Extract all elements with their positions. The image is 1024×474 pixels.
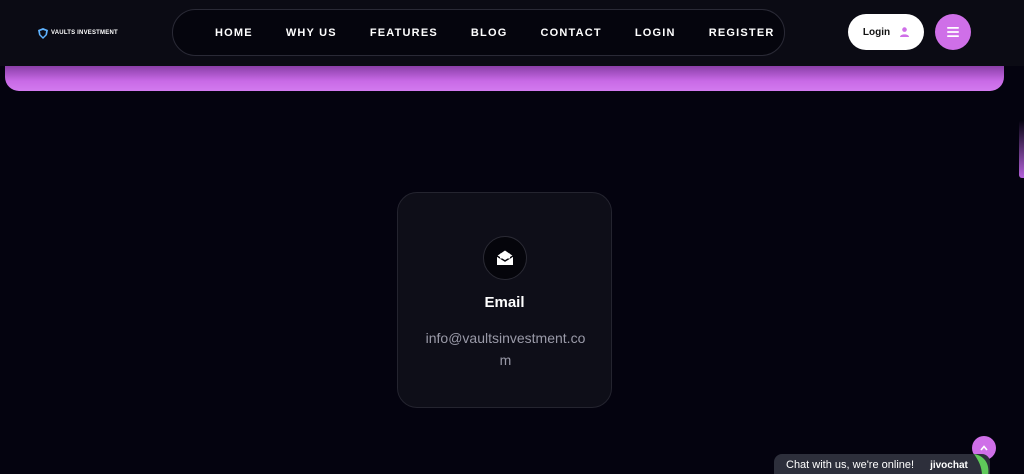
nav-item-why-us[interactable]: WHY US <box>286 27 337 39</box>
chat-leaf-icon <box>974 454 989 474</box>
chat-status-text: Chat with us, we're online! <box>786 459 915 471</box>
email-address[interactable]: info@vaultsinvestment.com <box>422 327 589 371</box>
brand-logo[interactable]: VAULTS INVESTMENT <box>38 27 118 39</box>
login-button-label: Login <box>862 26 891 38</box>
nav-item-blog[interactable]: BLOG <box>471 27 508 39</box>
card-title: Email <box>484 294 525 311</box>
chevron-up-icon <box>980 445 988 451</box>
card-icon-circle <box>483 236 527 280</box>
login-button[interactable]: Login <box>848 14 924 50</box>
email-contact-card: Email info@vaultsinvestment.com <box>397 192 612 408</box>
scrollbar-thumb[interactable] <box>1019 120 1024 178</box>
hamburger-icon <box>947 27 959 37</box>
shield-icon <box>38 27 48 39</box>
nav-item-features[interactable]: FEATURES <box>370 27 438 39</box>
chat-brand-logo: jivochat <box>930 459 968 471</box>
envelope-open-icon <box>496 250 514 265</box>
user-icon <box>900 27 910 37</box>
nav-item-home[interactable]: HOME <box>215 27 253 39</box>
main-nav: HOME WHY US FEATURES BLOG CONTACT LOGIN … <box>172 9 785 56</box>
nav-item-login[interactable]: LOGIN <box>635 27 676 39</box>
brand-name: VAULTS INVESTMENT <box>51 30 118 36</box>
top-header: VAULTS INVESTMENT HOME WHY US FEATURES B… <box>0 0 1024 66</box>
nav-item-register[interactable]: REGISTER <box>709 27 775 39</box>
hero-banner-bottom <box>5 66 1004 91</box>
nav-item-contact[interactable]: CONTACT <box>540 27 601 39</box>
chat-widget-bar[interactable]: Chat with us, we're online! jivochat <box>774 454 990 474</box>
menu-button[interactable] <box>935 14 971 50</box>
